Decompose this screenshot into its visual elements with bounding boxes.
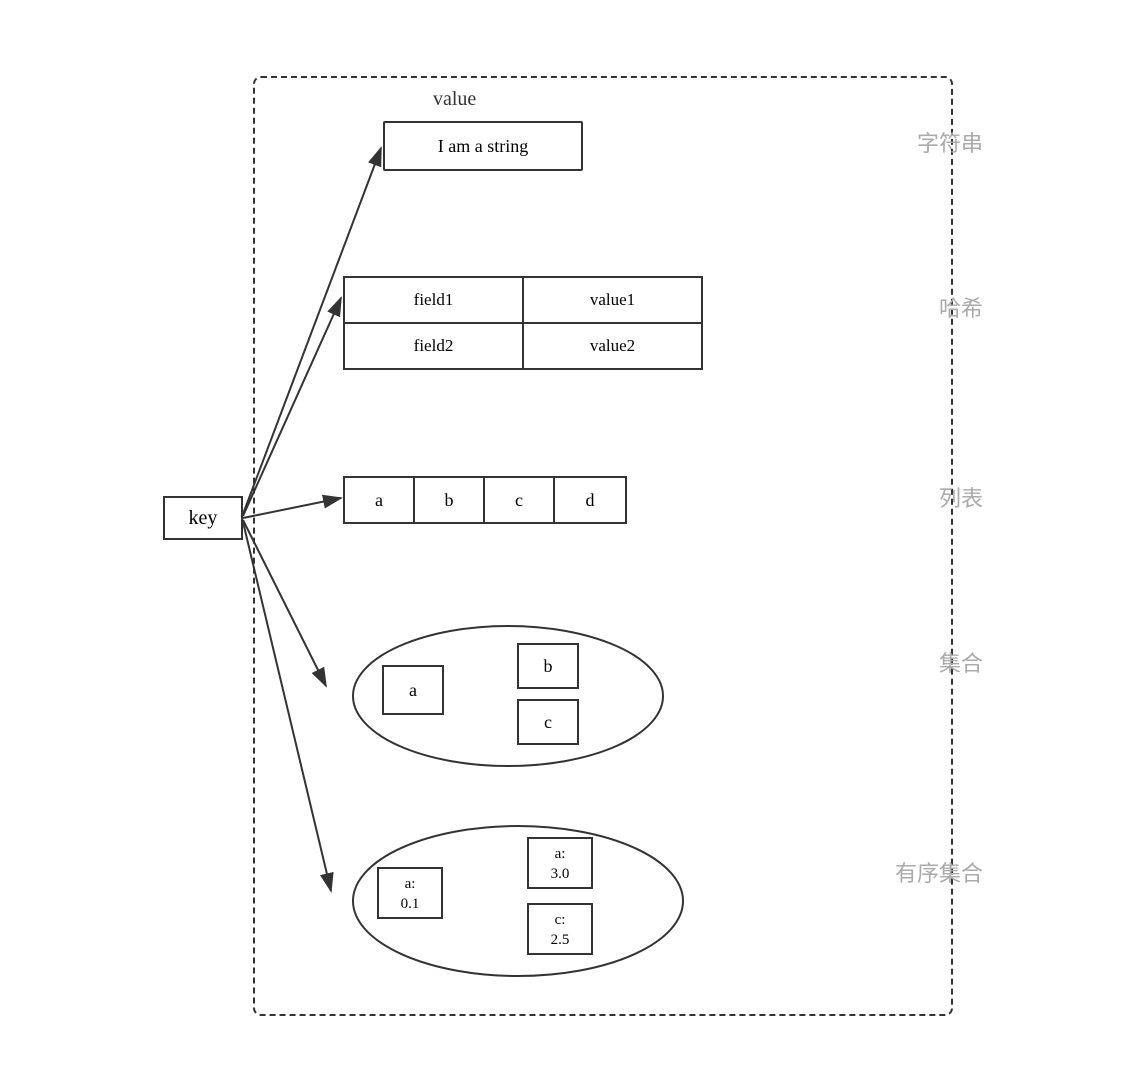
svg-text:3.0: 3.0 xyxy=(551,866,570,882)
svg-text:a: a xyxy=(409,680,417,700)
svg-text:0.1: 0.1 xyxy=(401,896,420,912)
hash-table: field1 value1 field2 value2 xyxy=(343,276,703,370)
label-set: 集合 xyxy=(939,646,983,678)
key-label: key xyxy=(189,507,218,530)
hash-value1: value1 xyxy=(524,278,701,322)
hash-row-2: field2 value2 xyxy=(345,324,701,368)
list-item-b: b xyxy=(415,478,485,522)
list-item-a: a xyxy=(345,478,415,522)
zset-area: a: 0.1 a: 3.0 c: 2.5 xyxy=(328,816,708,986)
label-hash: 哈希 xyxy=(939,291,983,323)
svg-text:2.5: 2.5 xyxy=(551,932,570,948)
hash-row-1: field1 value1 xyxy=(345,278,701,324)
string-box: I am a string xyxy=(383,121,583,171)
hash-value2: value2 xyxy=(524,324,701,368)
set-area: a b c xyxy=(328,616,688,776)
hash-field1: field1 xyxy=(345,278,524,322)
label-string: 字符串 xyxy=(917,126,983,158)
list-container: a b c d xyxy=(343,476,627,524)
label-zset: 有序集合 xyxy=(895,856,983,888)
set-oval-svg: a b c xyxy=(328,616,688,776)
list-item-c: c xyxy=(485,478,555,522)
zset-oval-svg: a: 0.1 a: 3.0 c: 2.5 xyxy=(328,816,708,986)
label-list: 列表 xyxy=(939,481,983,513)
key-box: key xyxy=(163,496,243,540)
value-label: value xyxy=(433,88,476,111)
svg-text:a:: a: xyxy=(405,876,416,892)
string-content: I am a string xyxy=(438,136,528,157)
hash-field2: field2 xyxy=(345,324,524,368)
svg-text:c: c xyxy=(544,712,552,732)
svg-text:c:: c: xyxy=(555,912,566,928)
list-item-d: d xyxy=(555,478,625,522)
svg-text:a:: a: xyxy=(555,846,566,862)
svg-text:b: b xyxy=(544,656,553,676)
diagram: key value I am a string 字符串 field1 value… xyxy=(113,56,1013,1036)
